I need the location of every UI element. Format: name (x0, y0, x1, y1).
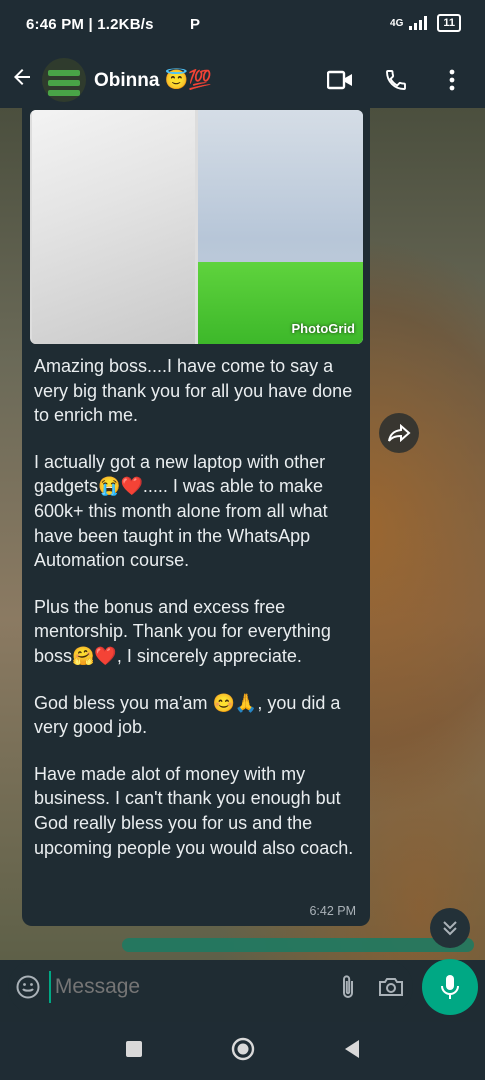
paperclip-icon (343, 975, 354, 998)
message-time: 6:42 PM (309, 904, 356, 918)
recents-button[interactable] (124, 1039, 144, 1064)
back-nav-button[interactable] (342, 1038, 362, 1065)
camera-button[interactable] (369, 976, 413, 998)
photo-watermark: PhotoGrid (291, 321, 355, 336)
status-bar: 6:46 PM | 1.2KB/s P 4G 11 (0, 0, 485, 52)
phone-call-icon (386, 70, 406, 90)
forward-icon (388, 424, 411, 442)
message-text: Amazing boss....I have come to say a ver… (34, 354, 362, 882)
contact-name[interactable]: Obinna 😇💯 (94, 68, 327, 92)
message-bubble[interactable]: PhotoGrid Amazing boss....I have come to… (22, 108, 370, 926)
message-paragraph: I actually got a new laptop with other g… (34, 451, 333, 571)
message-composer (8, 960, 413, 1014)
message-paragraph: God bless you ma'am 😊🙏, you did a very g… (34, 692, 346, 738)
chat-header: Obinna 😇💯 (0, 52, 485, 108)
double-chevron-down-icon (443, 921, 457, 936)
message-paragraph: Plus the bonus and excess free mentorshi… (34, 596, 336, 666)
square-icon (125, 1040, 142, 1057)
video-call-button[interactable] (327, 67, 353, 93)
mic-button[interactable] (422, 959, 478, 1015)
emoji-button[interactable] (8, 974, 49, 1000)
status-extra-icon: P (190, 16, 201, 33)
attached-photo[interactable]: PhotoGrid (30, 110, 363, 344)
battery-icon: 11 (437, 14, 461, 32)
forward-button[interactable] (379, 413, 419, 453)
more-vertical-icon (449, 69, 455, 91)
message-input[interactable] (48, 971, 328, 1003)
android-nav-bar (0, 1022, 485, 1080)
reply-indicator (122, 938, 474, 952)
arrow-left-icon (14, 68, 30, 85)
avatar[interactable] (42, 58, 86, 102)
photo-laptop (32, 110, 195, 344)
chat-area[interactable]: PhotoGrid Amazing boss....I have come to… (0, 108, 485, 960)
message-paragraph: Amazing boss....I have come to say a ver… (34, 356, 358, 426)
voice-call-button[interactable] (383, 67, 409, 93)
video-call-icon (327, 70, 352, 90)
mic-icon (441, 975, 459, 999)
menu-button[interactable] (439, 67, 465, 93)
home-circle-icon (231, 1037, 254, 1060)
home-button[interactable] (230, 1036, 256, 1067)
triangle-back-icon (344, 1039, 359, 1058)
status-time: 6:46 PM | 1.2KB/s (26, 16, 154, 33)
scroll-to-bottom-button[interactable] (430, 908, 470, 948)
network-label: 4G (390, 17, 404, 29)
signal-icon (409, 16, 428, 30)
emoji-icon (16, 975, 40, 999)
back-button[interactable] (2, 65, 42, 96)
attach-button[interactable] (328, 974, 369, 1000)
camera-icon (378, 978, 403, 996)
message-paragraph: Have made alot of money with my business… (34, 763, 354, 858)
status-indicators: 4G 11 (390, 14, 461, 32)
